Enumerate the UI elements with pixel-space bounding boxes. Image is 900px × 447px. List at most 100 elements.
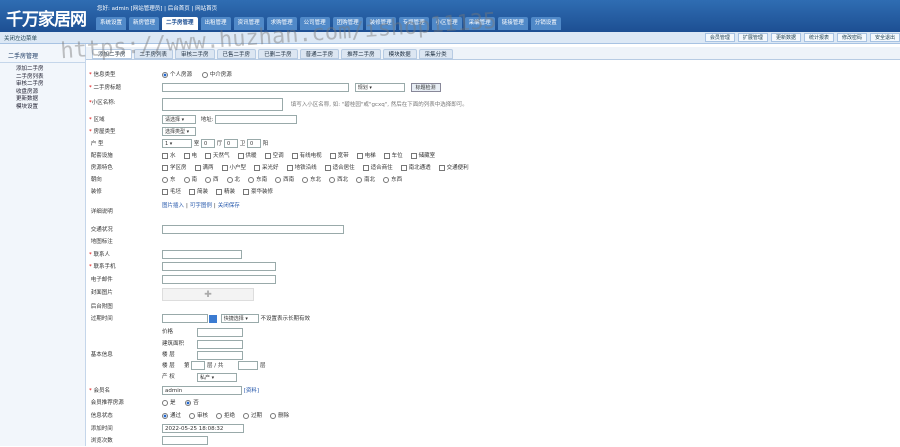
sidebar-item[interactable]: 模块设置 [16,104,44,112]
facilities-checkbox[interactable] [329,152,336,159]
status-radio[interactable] [162,412,168,419]
traffic-input[interactable] [162,225,344,234]
title-check-button[interactable]: 标题检测 [410,83,441,92]
sidebar-title[interactable]: 二手房管理 [0,51,86,63]
orientation-radio[interactable] [383,176,390,183]
sidebar-item[interactable]: 二手房列表 [16,74,44,82]
tab[interactable]: 采集分类 [418,49,453,59]
features-checkbox[interactable] [324,164,331,171]
community-input[interactable] [162,98,283,111]
house-type-select[interactable]: 选择类型 ▾ [162,127,196,136]
phone-input[interactable] [162,262,276,271]
toolbar-button[interactable]: 修改密码 [836,33,867,42]
sidebar-item[interactable]: 更新数据 [16,96,44,104]
floor-current-input[interactable] [191,361,205,370]
facilities-checkbox[interactable] [183,152,190,159]
toolbar-button[interactable]: 安全退出 [869,33,900,42]
tab[interactable]: 二手房列表 [133,49,174,59]
decoration-checkbox[interactable] [216,188,223,195]
top-nav-item[interactable]: 新房管理 [129,17,160,30]
radio-agency[interactable] [201,71,208,78]
member-input[interactable]: admin [162,386,242,395]
facilities-checkbox[interactable] [162,152,168,159]
orientation-radio[interactable] [226,176,233,183]
area-select[interactable]: 请选择 ▾ [162,115,196,124]
top-nav-item[interactable]: 分销设置 [530,17,561,30]
recommend-yes-radio[interactable] [162,399,168,406]
facilities-checkbox[interactable] [264,152,271,159]
features-checkbox[interactable] [362,164,369,171]
expire-quick-select[interactable]: 快捷选择 ▾ [220,314,259,323]
facilities-checkbox[interactable] [356,152,363,159]
facilities-checkbox[interactable] [383,152,390,159]
facilities-checkbox[interactable] [237,152,244,159]
collapse-menu-link[interactable]: 关闭左边菜单 [4,34,37,42]
property-select[interactable]: 私产 ▾ [197,373,237,382]
top-nav-item[interactable]: 二手房管理 [162,17,198,30]
features-checkbox[interactable] [194,164,201,171]
status-radio[interactable] [270,412,277,419]
top-nav-item[interactable]: 资讯管理 [233,17,264,30]
features-checkbox[interactable] [438,164,445,171]
contact-input[interactable] [162,250,242,259]
features-checkbox[interactable] [162,164,168,171]
orientation-radio[interactable] [162,176,168,183]
features-checkbox[interactable] [221,164,228,171]
hall-select[interactable]: 0 [201,139,216,148]
toolbar-button[interactable]: 会员管理 [704,33,735,42]
recommend-no-radio[interactable] [185,399,192,406]
tab[interactable]: 审核二手房 [175,49,215,59]
facilities-checkbox[interactable] [205,152,212,159]
orientation-radio[interactable] [205,176,212,183]
description-link[interactable]: 可字图例 [190,203,212,209]
description-link[interactable]: 图片插入 [162,203,184,209]
top-nav-item[interactable]: 小区管理 [431,17,462,30]
price-input[interactable] [197,328,243,337]
top-nav-item[interactable]: 专题管理 [398,17,429,30]
decoration-checkbox[interactable] [189,188,196,195]
tab[interactable]: 模块数据 [382,49,417,59]
features-checkbox[interactable] [286,164,293,171]
top-nav-item[interactable]: 装修管理 [365,17,396,30]
member-profile-link[interactable]: [资料] [244,388,259,394]
orientation-radio[interactable] [275,176,282,183]
floor-total-input[interactable] [238,361,258,370]
bath-select[interactable]: 0 [224,139,239,148]
status-radio[interactable] [216,412,223,419]
floor-input[interactable] [197,351,243,360]
top-nav-item[interactable]: 求购管理 [266,17,297,30]
decoration-checkbox[interactable] [243,188,250,195]
orientation-radio[interactable] [183,176,190,183]
tab[interactable]: 已售二手房 [216,49,257,59]
orientation-radio[interactable] [248,176,255,183]
orientation-radio[interactable] [356,176,363,183]
site-logo[interactable]: 千万家居网 [6,5,87,30]
building-area-input[interactable] [197,340,243,349]
rooms-select[interactable]: 1 ▾ [162,139,192,148]
views-input[interactable] [162,436,208,445]
address-input[interactable] [215,115,298,124]
tab[interactable]: 推荐二手房 [341,49,381,59]
add-time-input[interactable]: 2022-05-25 18:08:32 [162,424,244,433]
status-radio[interactable] [189,412,196,419]
orientation-radio[interactable] [302,176,309,183]
sidebar-item[interactable]: 添加二手房 [16,66,44,74]
description-link[interactable]: 关闭保存 [218,203,240,209]
balcony-select[interactable]: 0 [247,139,262,148]
facilities-checkbox[interactable] [410,152,417,159]
facilities-checkbox[interactable] [291,152,298,159]
top-nav-item[interactable]: 链接管理 [497,17,528,30]
top-nav-item[interactable]: 采编管理 [464,17,495,30]
features-checkbox[interactable] [254,164,261,171]
radio-personal[interactable] [162,71,168,78]
decoration-checkbox[interactable] [162,188,168,195]
features-checkbox[interactable] [400,164,407,171]
top-nav-item[interactable]: 团购管理 [332,17,363,30]
orientation-radio[interactable] [329,176,336,183]
sidebar-item[interactable]: 收盘房源 [16,89,44,97]
tab[interactable]: 普通二手房 [299,49,340,59]
status-radio[interactable] [243,412,250,419]
toolbar-button[interactable]: 更新数据 [770,33,801,42]
expire-input[interactable] [162,314,208,323]
sidebar-item[interactable]: 审核二手房 [16,81,44,89]
